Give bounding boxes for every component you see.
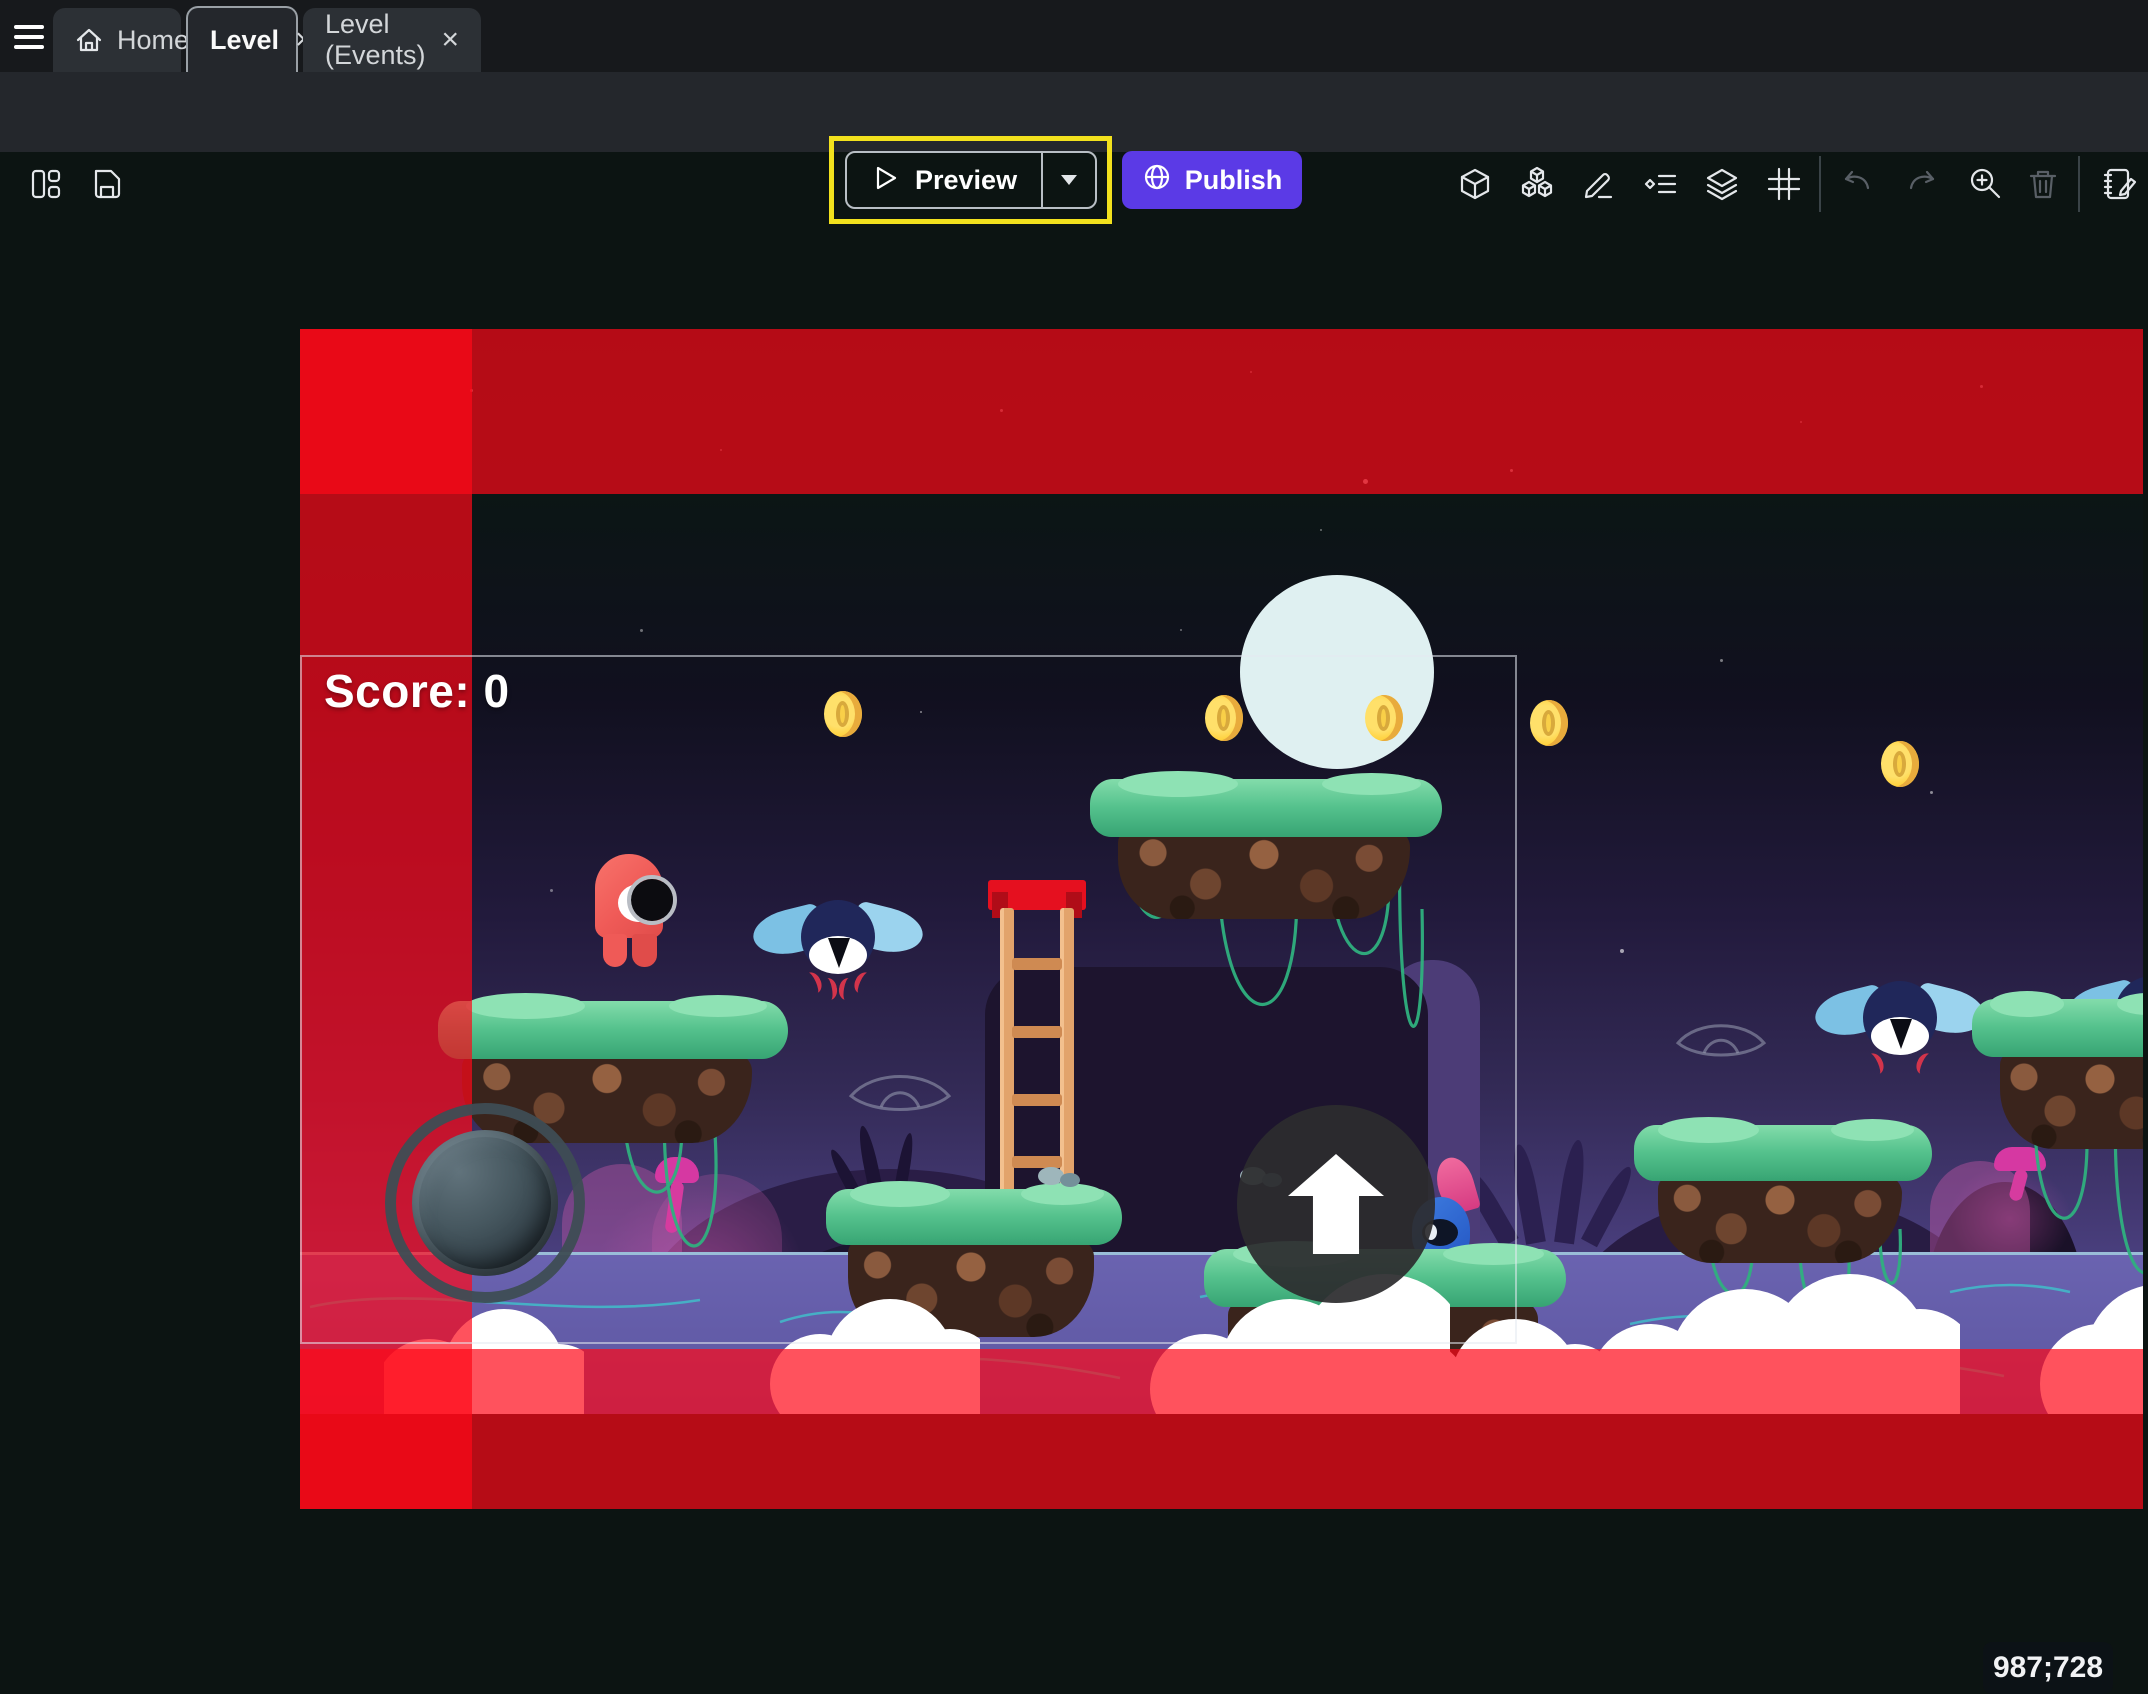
preview-label: Preview bbox=[915, 165, 1017, 196]
grid-icon[interactable] bbox=[1766, 166, 1802, 202]
score-hud: Score: 0 bbox=[324, 664, 510, 718]
stone bbox=[1060, 1173, 1080, 1187]
publish-button[interactable]: Publish bbox=[1122, 151, 1302, 209]
menu-hamburger-icon[interactable] bbox=[14, 24, 46, 50]
chevron-down-icon bbox=[1061, 175, 1077, 185]
redo-icon[interactable] bbox=[1903, 166, 1939, 202]
globe-icon bbox=[1142, 162, 1172, 199]
coin[interactable] bbox=[824, 691, 862, 737]
events-sheet-icon[interactable] bbox=[2102, 166, 2138, 202]
bat-enemy[interactable] bbox=[753, 892, 923, 992]
platform-dirt[interactable] bbox=[2000, 1049, 2143, 1149]
layers-icon[interactable] bbox=[1704, 166, 1740, 202]
spike-bush bbox=[1500, 1137, 1610, 1247]
cursor-coordinates: 987;728 bbox=[1983, 1642, 2113, 1694]
player-character[interactable] bbox=[595, 854, 669, 969]
tab-label: Level bbox=[210, 25, 279, 56]
instances-cubes-icon[interactable] bbox=[1519, 166, 1555, 202]
platform[interactable] bbox=[1090, 779, 1442, 837]
tab-label: Home bbox=[117, 25, 189, 56]
preview-main-segment[interactable]: Preview bbox=[847, 153, 1041, 207]
platform[interactable] bbox=[1972, 999, 2143, 1057]
zoom-in-icon[interactable] bbox=[1968, 166, 2004, 202]
close-icon[interactable]: × bbox=[440, 25, 462, 55]
coin[interactable] bbox=[1365, 695, 1403, 741]
tab-home[interactable]: Home bbox=[53, 8, 181, 72]
save-icon[interactable] bbox=[88, 166, 124, 202]
toolbar: Preview Publish bbox=[0, 72, 2148, 152]
preview-dropdown-button[interactable] bbox=[1041, 153, 1095, 207]
tab-level[interactable]: Level × bbox=[186, 6, 298, 72]
tab-level-events[interactable]: Level (Events) × bbox=[303, 8, 481, 72]
home-icon bbox=[75, 26, 103, 54]
coin[interactable] bbox=[1530, 700, 1568, 746]
object-cube-icon[interactable] bbox=[1457, 166, 1493, 202]
preview-button[interactable]: Preview bbox=[845, 151, 1097, 209]
layout-panels-icon[interactable] bbox=[28, 166, 64, 202]
ladder[interactable] bbox=[988, 880, 1086, 1194]
eye-decoration bbox=[845, 1064, 955, 1126]
toolbar-separator bbox=[2078, 156, 2080, 212]
tab-bar: Home Level × Level (Events) × bbox=[0, 0, 2148, 72]
platform[interactable] bbox=[438, 1001, 788, 1059]
platform-dirt[interactable] bbox=[1118, 827, 1410, 919]
publish-label: Publish bbox=[1185, 165, 1283, 196]
jump-button[interactable] bbox=[1237, 1105, 1435, 1303]
toolbar-separator bbox=[1819, 156, 1821, 212]
eye-decoration bbox=[1673, 1015, 1769, 1069]
undo-icon[interactable] bbox=[1840, 166, 1876, 202]
editor-canvas[interactable]: Score: 0 987;728 bbox=[0, 152, 2148, 1576]
delete-trash-icon[interactable] bbox=[2025, 166, 2061, 202]
platform[interactable] bbox=[826, 1189, 1122, 1245]
coin[interactable] bbox=[1881, 741, 1919, 787]
bat-enemy[interactable] bbox=[1815, 973, 1985, 1073]
up-arrow-icon bbox=[1288, 1154, 1384, 1254]
coin[interactable] bbox=[1205, 695, 1243, 741]
tab-label: Level (Events) bbox=[325, 9, 426, 71]
platform-dirt[interactable] bbox=[1658, 1173, 1902, 1263]
joystick-knob[interactable] bbox=[412, 1130, 558, 1276]
moon[interactable] bbox=[1240, 575, 1434, 769]
object-list-icon[interactable] bbox=[1643, 166, 1679, 202]
platform[interactable] bbox=[1634, 1125, 1932, 1181]
play-icon bbox=[873, 165, 899, 196]
level-scene[interactable] bbox=[300, 329, 2143, 1414]
edit-pencil-icon[interactable] bbox=[1580, 166, 1616, 202]
